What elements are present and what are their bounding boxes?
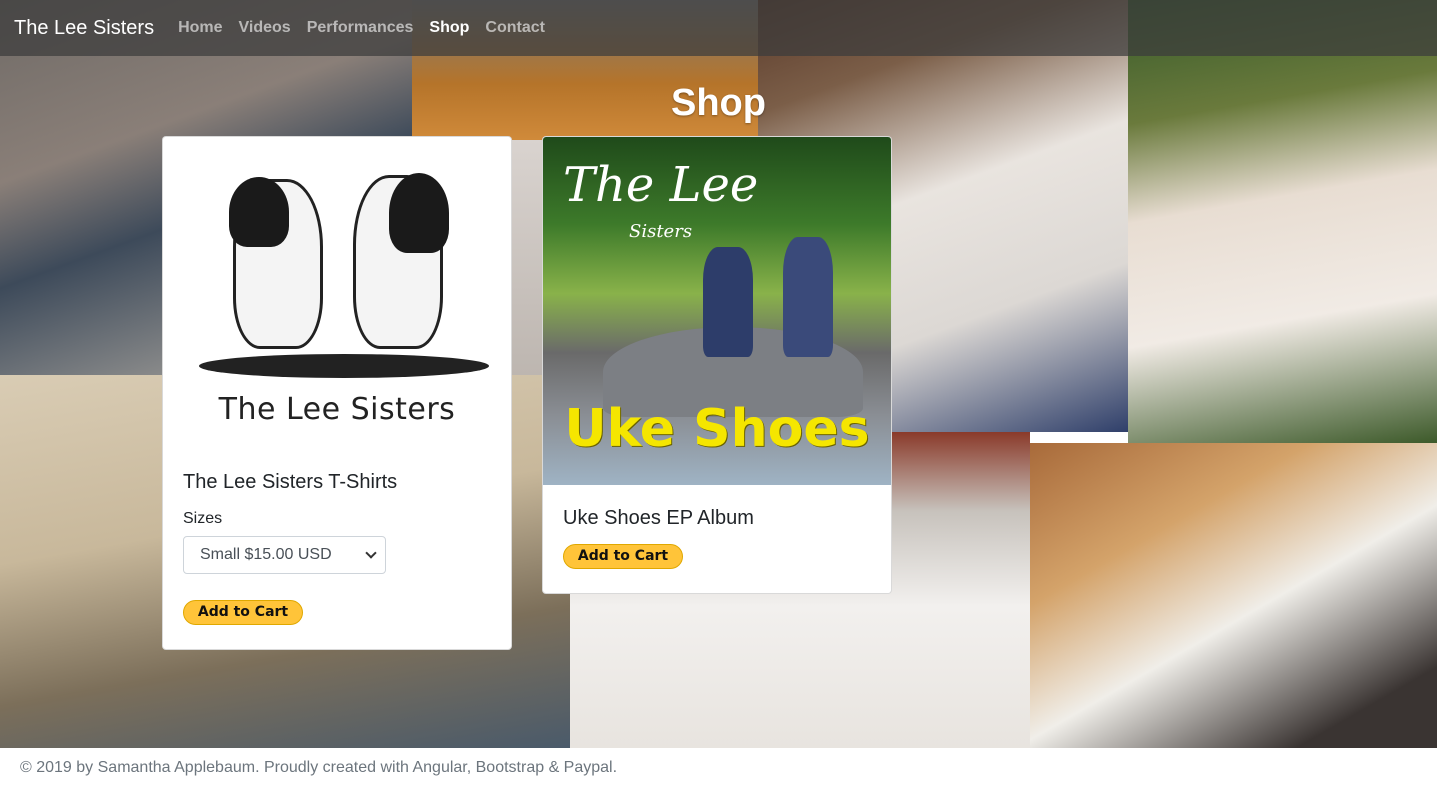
nav-contact[interactable]: Contact <box>485 19 545 37</box>
product-title: The Lee Sisters T-Shirts <box>183 471 398 493</box>
nav-videos[interactable]: Videos <box>239 19 291 37</box>
size-select[interactable]: Small $15.00 USD <box>183 536 386 574</box>
album-cover-name: Uke Shoes <box>564 399 870 459</box>
cartoon-hair <box>229 177 289 247</box>
size-select-value: Small $15.00 USD <box>200 546 332 563</box>
cartoon-shadow <box>199 354 489 378</box>
background-photo <box>1030 443 1437 748</box>
product-card-tshirt: The Lee Sisters The Lee Sisters T-Shirts… <box>162 136 512 650</box>
top-navbar: The Lee Sisters Home Videos Performances… <box>0 0 1437 56</box>
nav-shop[interactable]: Shop <box>429 19 469 37</box>
album-cover-title: The Lee <box>563 157 759 213</box>
album-cover-subtitle: Sisters <box>629 221 693 242</box>
product-title: Uke Shoes EP Album <box>563 507 754 529</box>
cartoon-hair <box>389 173 449 253</box>
album-figure <box>783 237 833 357</box>
chevron-down-icon <box>365 547 377 559</box>
product-card-album: The Lee Sisters Uke Shoes Uke Shoes EP A… <box>542 136 892 594</box>
size-label: Sizes <box>183 510 223 527</box>
page-title: Shop <box>671 82 766 124</box>
nav-home[interactable]: Home <box>178 19 222 37</box>
album-figure <box>703 247 753 357</box>
brand-link[interactable]: The Lee Sisters <box>14 17 154 40</box>
album-cover-image: The Lee Sisters Uke Shoes <box>543 137 891 485</box>
add-to-cart-button[interactable]: Add to Cart <box>563 544 683 569</box>
add-to-cart-button[interactable]: Add to Cart <box>183 600 303 625</box>
nav-performances[interactable]: Performances <box>307 19 414 37</box>
artwork-caption: The Lee Sisters <box>218 392 456 427</box>
background-photo <box>1128 0 1437 443</box>
footer: © 2019 by Samantha Applebaum. Proudly cr… <box>0 748 1437 788</box>
tshirt-artwork-image: The Lee Sisters <box>163 137 511 447</box>
